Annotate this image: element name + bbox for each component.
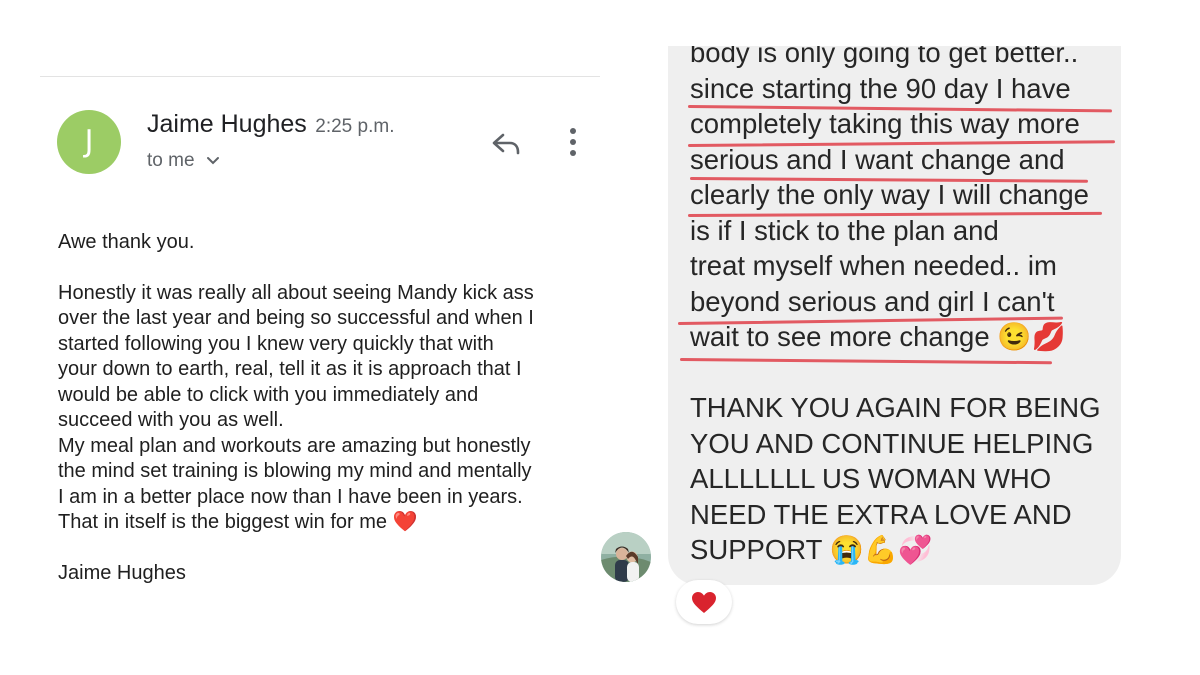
message-line: ALLLLLLL US WOMAN WHO xyxy=(690,463,1052,494)
message-line: is if I stick to the plan and xyxy=(690,214,999,246)
message-line: wait to see more change 😉💋 xyxy=(690,321,1066,352)
message-line: NEED THE EXTRA LOVE AND xyxy=(690,498,1072,530)
email-panel: J Jaime Hughes 2:25 p.m. to me Awe thank… xyxy=(0,0,610,675)
sender-name[interactable]: Jaime Hughes xyxy=(147,110,307,138)
email-body: Awe thank you. Honestly it was really al… xyxy=(58,230,598,586)
message-line: SUPPORT 😭💪💞 xyxy=(690,534,933,565)
message-line: YOU AND CONTINUE HELPING xyxy=(690,427,1094,459)
heart-reaction[interactable] xyxy=(676,580,732,624)
message-bubble[interactable]: body is only going to get better.. since… xyxy=(668,46,1121,585)
reply-icon[interactable] xyxy=(490,128,522,160)
message-line: since starting the 90 day I have xyxy=(690,72,1071,104)
message-text: body is only going to get better.. since… xyxy=(690,46,1115,568)
message-line: serious and I want change and xyxy=(690,143,1065,175)
recipient-details-toggle[interactable]: to me xyxy=(147,150,220,172)
chat-panel: body is only going to get better.. since… xyxy=(600,0,1200,675)
heart-icon xyxy=(692,592,716,613)
sender-line: Jaime Hughes 2:25 p.m. xyxy=(147,110,394,139)
more-vert-icon[interactable] xyxy=(561,126,585,160)
email-timestamp: 2:25 p.m. xyxy=(315,116,395,137)
message-line: beyond serious and girl I can't xyxy=(690,285,1055,317)
recipient-label: to me xyxy=(147,150,195,171)
sender-avatar[interactable]: J xyxy=(57,110,121,174)
message-line: treat myself when needed.. im xyxy=(690,250,1057,281)
message-line: body is only going to get better.. xyxy=(690,46,1079,68)
profile-photo[interactable] xyxy=(601,532,651,582)
email-greeting: Awe thank you. xyxy=(58,231,195,253)
header-divider xyxy=(40,76,600,77)
email-paragraph: Honestly it was really all about seeing … xyxy=(58,281,534,534)
email-signature: Jaime Hughes xyxy=(58,561,186,584)
chevron-down-icon xyxy=(206,156,219,165)
message-line: THANK YOU AGAIN FOR BEING xyxy=(690,392,1101,423)
